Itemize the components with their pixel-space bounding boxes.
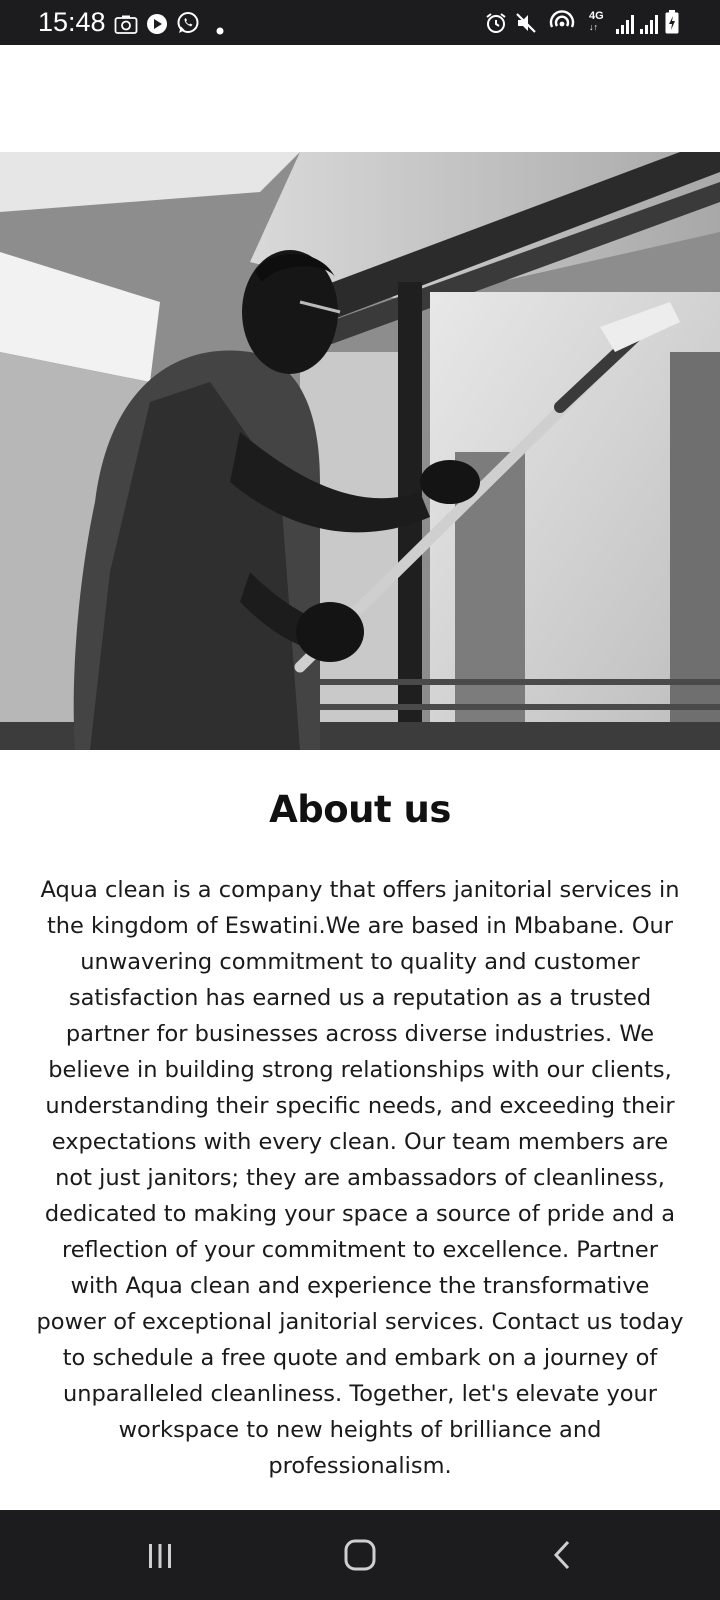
battery-icon [665, 10, 679, 34]
play-icon [147, 14, 167, 34]
header-space [0, 45, 720, 152]
hero-image [0, 152, 720, 750]
network-label: 4G [589, 10, 604, 22]
mute-icon [516, 13, 536, 33]
home-icon [344, 1539, 376, 1571]
alarm-icon [486, 13, 506, 33]
about-body: Aqua clean is a company that offers jani… [36, 877, 684, 1479]
about-title: About us [269, 788, 451, 831]
signal-icon [616, 15, 634, 34]
dot-icon [216, 27, 224, 35]
home-button[interactable] [330, 1532, 390, 1578]
signal-icon [640, 15, 658, 34]
recents-icon [149, 1544, 171, 1568]
navigation-bar [0, 1510, 720, 1600]
camera-icon [114, 15, 138, 34]
status-time: 15:48 [38, 7, 106, 37]
whatsapp-icon [177, 12, 199, 33]
4g-icon: 4G ↓↑ [589, 10, 604, 33]
recents-button[interactable] [130, 1532, 190, 1578]
hotspot-icon [549, 10, 575, 28]
status-bar: 15:48 4G ↓↑ [0, 0, 720, 45]
back-icon [553, 1540, 570, 1570]
back-button[interactable] [532, 1532, 592, 1578]
